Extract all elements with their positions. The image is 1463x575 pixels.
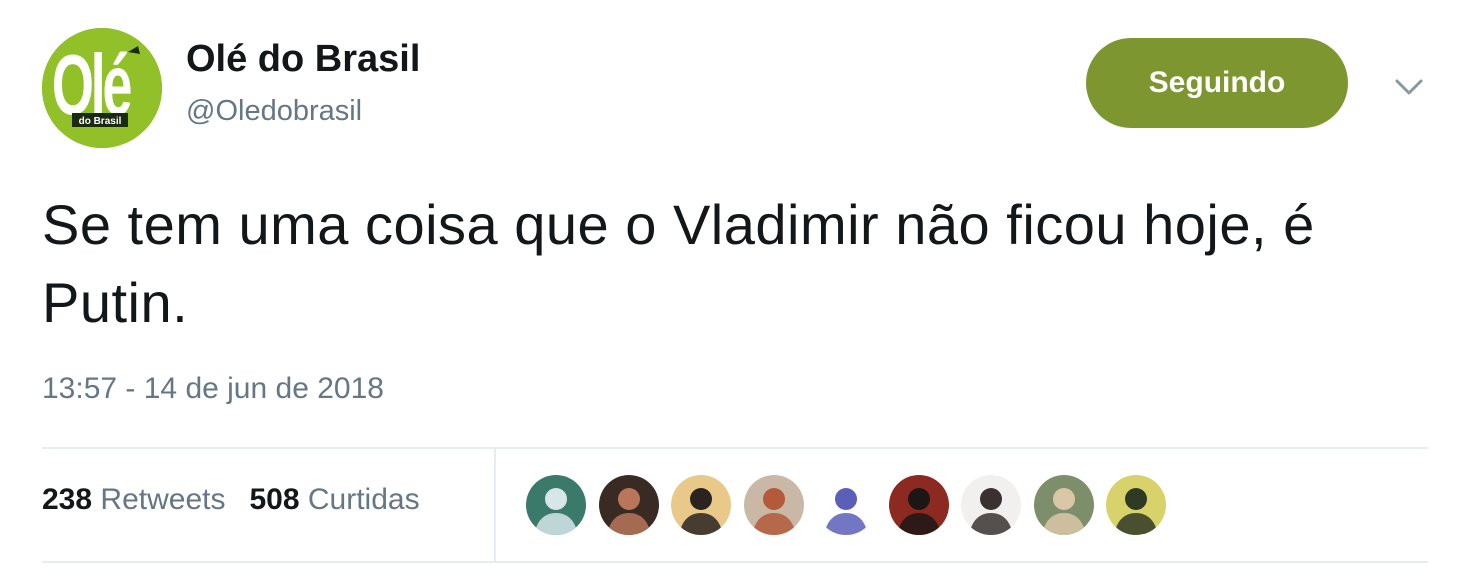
ole-logo-icon: Olé do Brasil (42, 28, 162, 148)
retweets-label: Retweets (100, 483, 226, 516)
liker-avatar[interactable] (526, 475, 586, 535)
tweet-text: Se tem uma coisa que o Vladimir não fico… (42, 193, 1315, 334)
retweets-count: 238 (42, 483, 93, 516)
display-name[interactable]: Olé do Brasil (186, 38, 420, 81)
liker-avatar[interactable] (743, 475, 804, 535)
likes-stat[interactable]: 508 Curtidas (249, 483, 419, 516)
timestamp[interactable]: 13:57 - 14 de jun de 2018 (42, 372, 384, 406)
chevron-down-icon[interactable] (1392, 70, 1426, 104)
likes-label: Curtidas (307, 483, 420, 516)
retweets-stat[interactable]: 238 Retweets (42, 483, 225, 516)
svg-text:do Brasil: do Brasil (79, 116, 122, 127)
liker-avatar[interactable] (888, 475, 949, 535)
liker-avatars (526, 475, 1179, 537)
liker-avatar[interactable] (671, 475, 731, 535)
liker-avatar[interactable] (598, 475, 659, 535)
divider (42, 447, 1428, 449)
likes-count: 508 (249, 483, 300, 516)
divider (494, 449, 496, 561)
liker-avatar[interactable] (1106, 475, 1166, 535)
liker-avatar[interactable] (1033, 475, 1094, 535)
following-button[interactable]: Seguindo (1086, 38, 1348, 128)
tweet-card: Olé do Brasil Olé do Brasil @Oledobrasil… (0, 0, 1463, 575)
liker-avatar[interactable] (961, 475, 1021, 535)
liker-avatar[interactable] (816, 475, 876, 535)
avatar[interactable]: Olé do Brasil (42, 28, 162, 148)
engagement-stats: 238 Retweets 508 Curtidas (42, 483, 420, 517)
divider (42, 561, 1428, 563)
handle[interactable]: @Oledobrasil (186, 95, 362, 128)
